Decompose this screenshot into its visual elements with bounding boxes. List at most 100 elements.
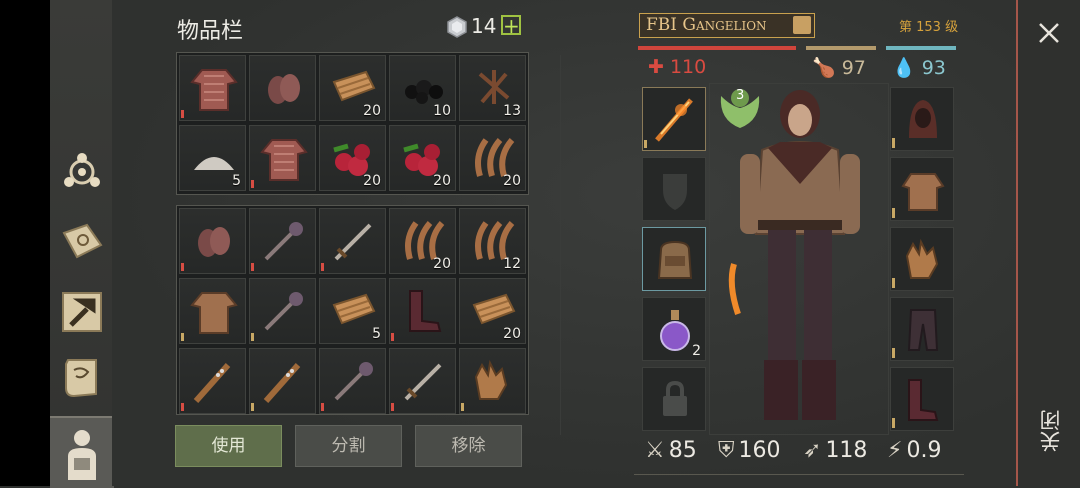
running-icon: ➶ — [803, 438, 822, 463]
consumable-slot[interactable]: 2 — [642, 297, 706, 361]
flaming-sword-icon — [655, 98, 693, 142]
chainmail-armor-icon — [190, 69, 238, 111]
backpack-icon — [657, 240, 693, 279]
item-quantity: 12 — [503, 256, 521, 272]
food-drumstick-icon: 🍗 — [812, 57, 836, 79]
defense-stat: ⛨ 160 — [718, 438, 781, 463]
spiked-club-icon — [263, 363, 301, 403]
screen-edge — [0, 0, 50, 486]
locked-slot — [642, 367, 706, 431]
use-button[interactable]: 使用 — [175, 425, 282, 467]
leather-armor-icon — [901, 173, 945, 211]
item-quantity: 20 — [433, 173, 451, 189]
close-button[interactable]: 关闭 — [1036, 410, 1063, 452]
item-quantity: 20 — [503, 326, 521, 342]
durability-indicator — [251, 180, 254, 188]
character-level: 第 153 级 — [899, 20, 959, 35]
attack-speed-value: 0.9 — [906, 438, 942, 463]
head-slot[interactable] — [890, 87, 954, 151]
spiked-club-icon — [193, 363, 231, 403]
inventory-slot[interactable] — [249, 125, 316, 191]
inventory-slot[interactable]: 12 — [459, 208, 526, 274]
inventory-slot[interactable] — [249, 55, 316, 121]
water-bar — [886, 46, 956, 50]
attack-icon: ⚔ — [645, 438, 665, 463]
potion-quantity: 2 — [692, 343, 701, 359]
speed-value: 118 — [825, 438, 868, 463]
rename-feather-icon[interactable] — [793, 16, 811, 34]
gem-currency-icon — [447, 16, 467, 38]
inventory-slot[interactable]: 20 — [459, 125, 526, 191]
item-quantity: 20 — [363, 103, 381, 119]
item-quantity: 20 — [433, 256, 451, 272]
inventory-main-panel: 20 12 5 20 — [176, 205, 529, 415]
health-bar — [638, 46, 796, 50]
inventory-slot[interactable]: 20 — [319, 55, 386, 121]
inventory-slot[interactable] — [389, 278, 456, 344]
inventory-slot[interactable]: 13 — [459, 55, 526, 121]
nav-journal-button[interactable] — [56, 216, 108, 268]
leather-armor-icon — [190, 292, 238, 334]
item-quantity: 10 — [433, 103, 451, 119]
inventory-slot[interactable]: 5 — [319, 278, 386, 344]
chainmail-gloves-icon — [198, 227, 230, 257]
durability-indicator — [321, 403, 324, 411]
health-stat: ✚ 110 — [648, 56, 706, 78]
character-name-text: FBI Gangelion — [646, 15, 767, 35]
inventory-slot[interactable]: 20 — [459, 278, 526, 344]
character-name: FBI Gangelion — [639, 13, 815, 38]
attack-value: 85 — [668, 438, 697, 463]
spiked-mace-icon — [264, 222, 303, 261]
stats-underline — [634, 474, 964, 475]
add-currency-button[interactable]: + — [501, 15, 521, 36]
health-value: 110 — [669, 56, 707, 78]
durability-indicator — [181, 403, 184, 411]
weapon-slot[interactable] — [642, 87, 706, 151]
inventory-slot[interactable] — [179, 348, 246, 414]
inventory-slot[interactable]: 20 — [389, 208, 456, 274]
inventory-slot[interactable] — [249, 348, 316, 414]
backpack-slot[interactable] — [642, 227, 706, 291]
close-icon[interactable] — [1034, 18, 1064, 48]
inventory-slot[interactable] — [319, 208, 386, 274]
item-quantity: 5 — [232, 173, 241, 189]
inventory-slot[interactable] — [389, 348, 456, 414]
inventory-slot[interactable] — [249, 278, 316, 344]
nav-crafting-button[interactable] — [56, 286, 108, 338]
shield-slot[interactable] — [642, 157, 706, 221]
nav-skills-button[interactable] — [56, 146, 108, 198]
boots-icon — [409, 290, 442, 332]
trousers-icon — [907, 309, 939, 351]
feet-slot[interactable] — [890, 367, 954, 431]
inventory-slot[interactable] — [319, 348, 386, 414]
attack-stat: ⚔ 85 — [645, 438, 697, 463]
inventory-slot[interactable]: 10 — [389, 55, 456, 121]
split-button[interactable]: 分割 — [295, 425, 402, 467]
inventory-slot[interactable] — [179, 208, 246, 274]
legs-slot[interactable] — [890, 297, 954, 361]
leather-gloves-icon — [474, 359, 508, 400]
hands-slot[interactable] — [890, 227, 954, 291]
remove-button[interactable]: 移除 — [415, 425, 522, 467]
nav-map-button[interactable] — [56, 352, 108, 404]
leather-gloves-icon — [905, 238, 939, 279]
feet-durability — [892, 418, 895, 428]
inventory-slot[interactable]: 5 — [179, 125, 246, 191]
durability-indicator — [251, 333, 254, 341]
durability-indicator — [461, 403, 464, 411]
defense-value: 160 — [738, 438, 781, 463]
inventory-slot[interactable] — [459, 348, 526, 414]
inventory-slot[interactable] — [249, 208, 316, 274]
inventory-slot[interactable] — [179, 55, 246, 121]
nav-inventory-button[interactable] — [50, 416, 114, 488]
character-backpack-icon — [68, 430, 96, 480]
chest-slot[interactable] — [890, 157, 954, 221]
health-cross-icon: ✚ — [648, 56, 664, 78]
sword-icon — [404, 363, 442, 401]
item-quantity: 20 — [503, 173, 521, 189]
inventory-slot[interactable] — [179, 278, 246, 344]
hood-icon — [909, 100, 937, 138]
sword-icon — [334, 223, 372, 261]
inventory-slot[interactable]: 20 — [319, 125, 386, 191]
inventory-slot[interactable]: 20 — [389, 125, 456, 191]
